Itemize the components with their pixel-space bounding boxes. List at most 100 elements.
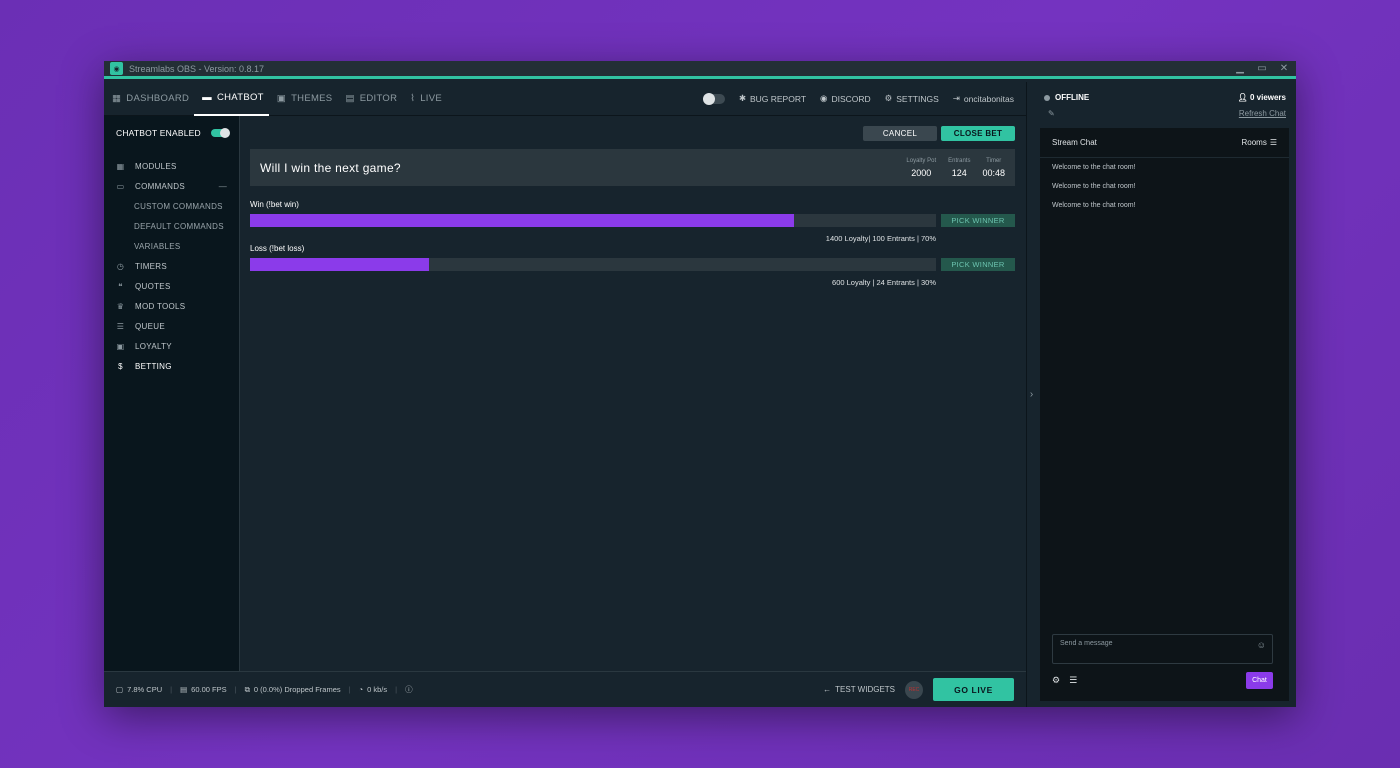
emoji-icon[interactable]: ☺ — [1257, 640, 1266, 650]
test-widgets-button[interactable]: ← TEST WIDGETS — [823, 685, 895, 694]
record-button[interactable]: REC — [905, 680, 923, 699]
chat-message-input[interactable]: Send a message ☺ — [1052, 634, 1273, 664]
refresh-chat-link[interactable]: Refresh Chat — [1239, 109, 1286, 118]
title-bar: ◉ Streamlabs OBS - Version: 0.8.17 ▁ ▭ ✕ — [104, 61, 1296, 79]
fps-value: 60.00 FPS — [191, 685, 227, 694]
chatbot-enabled-row: CHATBOT ENABLED — [104, 116, 239, 150]
chat-box-header: Stream Chat Rooms ☰ — [1040, 128, 1289, 158]
chat-message: Welcome to the chat room! — [1052, 183, 1136, 190]
betting-main: CANCEL CLOSE BET Will I win the next gam… — [241, 116, 1026, 671]
chat-messages: Welcome to the chat room! Welcome to the… — [1040, 158, 1289, 225]
dashboard-icon: ▦ — [112, 93, 122, 104]
fps-icon: ▤ — [180, 685, 188, 694]
settings-link[interactable]: ⚙ SETTINGS — [885, 93, 939, 104]
option-bar-fill — [250, 258, 430, 271]
user-icon: 👤︎ — [1237, 93, 1248, 102]
username: oncitabonitas — [963, 93, 1014, 104]
discord-icon: ◉ — [820, 93, 828, 103]
entrants-stat: Entrants 124 — [948, 158, 970, 178]
sidebar-item-timers[interactable]: ◷ TIMERS — [104, 256, 239, 276]
tab-live[interactable]: ⌇ LIVE — [402, 82, 447, 116]
viewer-count: 👤︎ 0 viewers — [1238, 93, 1286, 102]
loyalty-pot-value: 2000 — [911, 167, 932, 178]
info-icon[interactable]: ⓘ — [405, 684, 413, 695]
bug-report-label: BUG REPORT — [749, 93, 807, 104]
sidebar-item-loyalty[interactable]: ▣ LOYALTY — [104, 336, 239, 356]
dropped-frames-value: 0 (0.0%) Dropped Frames — [253, 685, 341, 694]
list-icon[interactable]: ☰ — [1069, 675, 1077, 686]
chat-input-placeholder: Send a message — [1060, 640, 1113, 647]
sidebar-item-mod-tools[interactable]: ♛ MOD TOOLS — [104, 296, 239, 316]
rooms-button[interactable]: Rooms ☰ — [1241, 138, 1277, 147]
cancel-button[interactable]: CANCEL — [863, 126, 937, 141]
sidebar-item-label: BETTING — [135, 361, 172, 371]
bug-icon: ✱ — [738, 93, 746, 103]
rooms-label: Rooms — [1241, 138, 1267, 147]
quote-icon: ❝ — [118, 281, 123, 291]
collapse-icon[interactable]: — — [219, 182, 227, 191]
dollar-icon: $ — [118, 361, 123, 371]
tab-label: THEMES — [291, 93, 333, 104]
pick-winner-button[interactable]: PICK WINNER — [941, 258, 1015, 271]
minimize-icon[interactable]: ▁ — [1234, 63, 1246, 74]
sidebar-item-label: COMMANDS — [135, 181, 185, 191]
chat-collapse-handle[interactable]: › — [1026, 82, 1036, 707]
tab-dashboard[interactable]: ▦ DASHBOARD — [104, 82, 194, 116]
tab-themes[interactable]: ▣ THEMES — [269, 82, 338, 116]
option-bar-track — [250, 258, 936, 271]
sidebar-item-label: MODULES — [135, 161, 177, 171]
chat-bottom-bar: ⚙ ☰ Chat — [1052, 672, 1273, 689]
user-logout-link[interactable]: ⇥ oncitabonitas — [953, 93, 1014, 104]
bet-question: Will I win the next game? — [260, 160, 401, 175]
go-live-button[interactable]: GO LIVE — [933, 678, 1014, 701]
maximize-icon[interactable]: ▭ — [1256, 63, 1268, 74]
rss-icon: ⌇ — [410, 93, 416, 104]
sidebar-item-queue[interactable]: ☰ QUEUE — [104, 316, 239, 336]
chat-message: Welcome to the chat room! — [1052, 164, 1136, 171]
sidebar-item-label: QUOTES — [135, 281, 171, 291]
sidebar-item-commands[interactable]: ▭ COMMANDS — — [104, 176, 239, 196]
pick-winner-button[interactable]: PICK WINNER — [941, 214, 1015, 227]
pencil-icon[interactable]: ✎ — [1048, 109, 1055, 118]
sidebar-item-betting[interactable]: $ BETTING — [104, 356, 239, 376]
streamlabs-logo-icon: ◉ — [110, 62, 123, 75]
sidebar-item-label: TIMERS — [135, 261, 168, 271]
chevron-right-icon: › — [1029, 389, 1034, 400]
sidebar-item-default-commands[interactable]: DEFAULT COMMANDS — [104, 216, 239, 236]
chatbot-enabled-label: CHATBOT ENABLED — [116, 128, 201, 138]
settings-label: SETTINGS — [896, 93, 939, 104]
night-mode-toggle[interactable] — [702, 92, 725, 105]
close-bet-button[interactable]: CLOSE BET — [941, 126, 1015, 141]
chat-title: Stream Chat — [1052, 138, 1097, 147]
footer-actions: ← TEST WIDGETS REC GO LIVE — [823, 678, 1026, 701]
arrow-left-icon: ← — [823, 685, 832, 694]
divider: | — [395, 685, 398, 694]
status-dot-icon — [1044, 94, 1050, 101]
tab-chatbot[interactable]: ▬ CHATBOT — [194, 82, 269, 116]
sidebar-item-custom-commands[interactable]: CUSTOM COMMANDS — [104, 196, 239, 216]
bug-report-link[interactable]: ✱ BUG REPORT — [739, 93, 806, 104]
loyalty-pot-stat: Loyalty Pot 2000 — [906, 158, 936, 178]
tab-label: CHATBOT — [216, 92, 264, 103]
chatbot-enabled-toggle[interactable] — [211, 128, 230, 138]
crown-icon: ♛ — [116, 301, 125, 311]
gear-icon[interactable]: ⚙ — [1052, 675, 1060, 686]
tab-label: DASHBOARD — [126, 93, 190, 104]
option-bar-row: PICK WINNER — [250, 214, 1015, 227]
divider: | — [234, 685, 237, 694]
bandwidth-value: 0 kb/s — [367, 685, 388, 694]
close-icon[interactable]: ✕ — [1278, 63, 1290, 74]
sidebar-item-quotes[interactable]: ❝ QUOTES — [104, 276, 239, 296]
test-widgets-label: TEST WIDGETS — [835, 685, 895, 694]
clock-icon: ◷ — [116, 261, 125, 271]
sidebar-item-variables[interactable]: VARIABLES — [104, 236, 239, 256]
send-chat-button[interactable]: Chat — [1246, 672, 1273, 689]
cpu-value: 7.8% CPU — [127, 685, 163, 694]
sort-icon: ☰ — [1269, 138, 1277, 147]
sidebar-item-modules[interactable]: ▦ MODULES — [104, 156, 239, 176]
tab-editor[interactable]: ▤ EDITOR — [337, 82, 402, 116]
chat-panel-subheader: ✎ Refresh Chat — [1036, 102, 1296, 118]
sidebar-item-label: CUSTOM COMMANDS — [134, 201, 223, 211]
viewer-count-label: 0 viewers — [1249, 93, 1286, 102]
discord-link[interactable]: ◉ DISCORD — [820, 93, 871, 104]
